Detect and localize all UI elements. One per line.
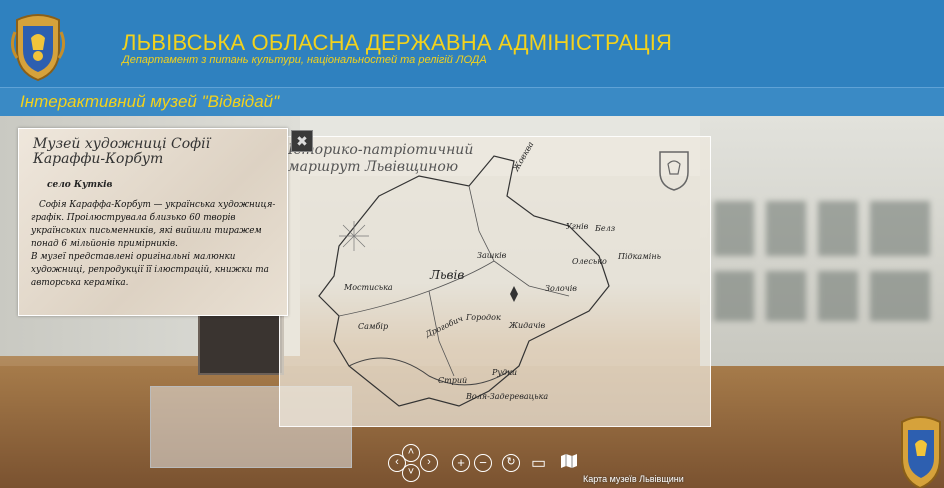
map-caption[interactable]: Карта музеїв Львівщини (583, 474, 684, 484)
page-subtitle: Департамент з питань культури, національ… (122, 54, 487, 66)
region-map (318, 155, 610, 407)
info-title: Музей художниці Софії Караффи-Корбут (33, 136, 211, 167)
info-description: Софія Караффа-Корбут — українська художн… (31, 199, 291, 290)
autorotate-button[interactable]: ↻ (502, 454, 520, 472)
map-town-zashkiv[interactable]: Зашків (477, 251, 506, 260)
pan-down-button[interactable]: ˅ (402, 464, 420, 482)
map-town-stryi[interactable]: Стрий (438, 376, 467, 385)
info-paragraph-1: Софія Караффа-Корбут — українська художн… (31, 200, 276, 249)
map-town-zhydachiv[interactable]: Жидачів (509, 321, 545, 330)
corner-coat-of-arms-icon (901, 416, 941, 488)
coat-of-arms-icon (10, 14, 66, 82)
close-icon[interactable]: ✖ (291, 130, 313, 152)
map-coat-of-arms-icon (659, 151, 689, 191)
map-town-belz[interactable]: Белз (595, 224, 615, 233)
map-town-zolochiv[interactable]: Золочів (545, 284, 577, 293)
info-paragraph-2: В музеї представлені оригінальні малюнки… (31, 252, 269, 288)
zoom-out-button[interactable]: − (474, 454, 492, 472)
zoom-in-button[interactable]: + (452, 454, 470, 472)
wall-artworks (710, 201, 944, 331)
map-town-mostyska[interactable]: Мостиська (344, 283, 393, 292)
photo-board (198, 311, 284, 375)
map-title: Історико-патріотичний маршрут Львівщиною (288, 142, 474, 175)
page-title: ЛЬВІВСЬКА ОБЛАСНА ДЕРЖАВНА АДМІНІСТРАЦІЯ (122, 30, 673, 55)
map-town-horodok[interactable]: Городок (466, 313, 501, 322)
map-town-uhniv[interactable]: Угнів (566, 222, 588, 231)
map-town-lviv[interactable]: Львів (430, 268, 464, 282)
map-town-pidkamin[interactable]: Підкамінь (618, 252, 661, 261)
map-town-rudky[interactable]: Рудки (492, 368, 517, 377)
pan-right-button[interactable]: › (420, 454, 438, 472)
map-town-volia-zaderevatska[interactable]: Воля-Задеревацька (466, 392, 548, 401)
map-town-sambir[interactable]: Самбір (358, 322, 388, 331)
fullscreen-button[interactable]: ▭ (531, 453, 546, 473)
map-icon[interactable] (560, 452, 578, 470)
museum-title: Інтерактивний музей "Відвідай" (20, 92, 280, 111)
info-panel: Музей художниці Софії Караффи-Корбут сел… (18, 128, 288, 316)
info-location: село Кутків (47, 180, 113, 190)
map-town-olesko[interactable]: Олесько (572, 257, 607, 266)
